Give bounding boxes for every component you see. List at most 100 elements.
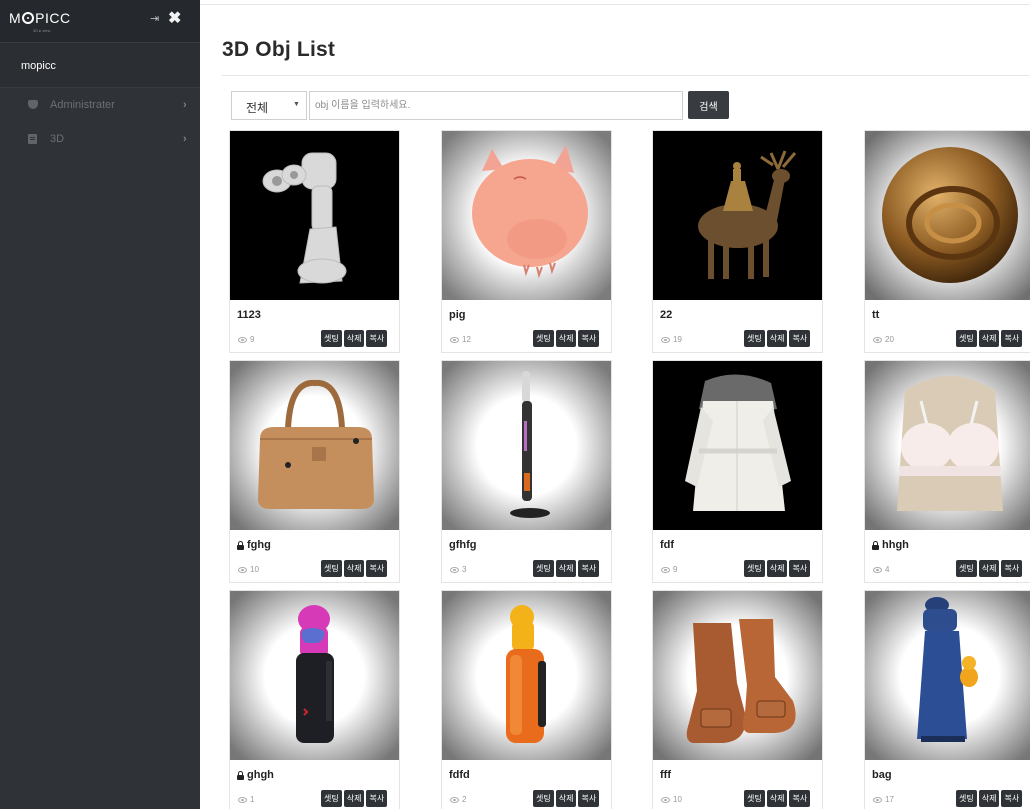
object-thumbnail[interactable] bbox=[865, 361, 1030, 530]
object-thumbnail[interactable] bbox=[230, 131, 399, 300]
copy-button[interactable]: 복사 bbox=[366, 560, 388, 577]
view-count-value: 12 bbox=[462, 335, 471, 344]
object-thumbnail[interactable] bbox=[230, 361, 399, 530]
delete-button[interactable]: 삭제 bbox=[978, 560, 1000, 577]
object-name: tt bbox=[872, 309, 879, 321]
title-divider bbox=[222, 75, 1030, 76]
close-icon[interactable]: ✖ bbox=[168, 11, 181, 27]
object-name: 22 bbox=[660, 309, 672, 321]
logo-subtitle: 3D ▸ view bbox=[33, 28, 51, 33]
object-card[interactable]: tt 20 셋팅 삭제 복사 bbox=[864, 130, 1030, 353]
object-name-text: tt bbox=[872, 309, 880, 321]
object-card[interactable]: fghg 10 셋팅 삭제 복사 bbox=[229, 360, 400, 583]
view-count: 10 bbox=[661, 795, 682, 804]
delete-button[interactable]: 삭제 bbox=[555, 330, 577, 347]
eye-icon bbox=[450, 796, 459, 803]
caret-down-icon: ▼ bbox=[293, 101, 300, 108]
copy-button[interactable]: 복사 bbox=[789, 330, 811, 347]
search-input[interactable] bbox=[309, 91, 683, 120]
delete-button[interactable]: 삭제 bbox=[343, 790, 365, 807]
object-card[interactable]: bag 17 셋팅 삭제 복사 bbox=[864, 590, 1030, 809]
delete-button[interactable]: 삭제 bbox=[766, 790, 788, 807]
settings-button[interactable]: 셋팅 bbox=[744, 560, 765, 577]
object-thumbnail[interactable] bbox=[865, 131, 1030, 300]
settings-button[interactable]: 셋팅 bbox=[744, 330, 765, 347]
sidebar-item-3d[interactable]: 3D › bbox=[0, 122, 200, 156]
object-card[interactable]: fdf 9 셋팅 삭제 복사 bbox=[652, 360, 823, 583]
object-thumbnail[interactable] bbox=[653, 361, 822, 530]
object-name-text: 22 bbox=[660, 309, 673, 321]
delete-button[interactable]: 삭제 bbox=[343, 330, 365, 347]
delete-button[interactable]: 삭제 bbox=[343, 560, 365, 577]
sidebar-item-administrater[interactable]: Administrater › bbox=[0, 88, 200, 122]
settings-button[interactable]: 셋팅 bbox=[533, 330, 554, 347]
view-count-value: 3 bbox=[462, 565, 467, 574]
settings-button[interactable]: 셋팅 bbox=[956, 790, 977, 807]
object-card[interactable]: ghgh 1 셋팅 삭제 복사 bbox=[229, 590, 400, 809]
object-thumbnail[interactable] bbox=[865, 591, 1030, 760]
object-card[interactable]: fff 10 셋팅 삭제 복사 bbox=[652, 590, 823, 809]
object-card[interactable]: hhgh 4 셋팅 삭제 복사 bbox=[864, 360, 1030, 583]
settings-button[interactable]: 셋팅 bbox=[321, 560, 342, 577]
delete-button[interactable]: 삭제 bbox=[766, 560, 788, 577]
copy-button[interactable]: 복사 bbox=[789, 560, 811, 577]
copy-button[interactable]: 복사 bbox=[789, 790, 811, 807]
object-card[interactable]: gfhfg 3 셋팅 삭제 복사 bbox=[441, 360, 612, 583]
object-thumbnail[interactable] bbox=[653, 131, 822, 300]
object-thumbnail[interactable] bbox=[442, 361, 611, 530]
logo[interactable]: M PICC bbox=[9, 10, 71, 26]
object-thumbnail[interactable] bbox=[442, 131, 611, 300]
view-count-value: 10 bbox=[250, 565, 259, 574]
object-name: ghgh bbox=[237, 769, 274, 781]
copy-button[interactable]: 복사 bbox=[1001, 330, 1023, 347]
copy-button[interactable]: 복사 bbox=[366, 790, 388, 807]
copy-button[interactable]: 복사 bbox=[578, 330, 600, 347]
object-thumbnail[interactable] bbox=[230, 591, 399, 760]
view-count-value: 2 bbox=[462, 795, 467, 804]
search-button[interactable]: 검색 bbox=[688, 91, 729, 119]
object-name: fff bbox=[660, 769, 671, 781]
settings-button[interactable]: 셋팅 bbox=[956, 560, 977, 577]
delete-button[interactable]: 삭제 bbox=[978, 330, 1000, 347]
copy-button[interactable]: 복사 bbox=[1001, 790, 1023, 807]
top-divider bbox=[200, 0, 1030, 5]
logout-icon[interactable]: ⇥ bbox=[150, 13, 162, 25]
settings-button[interactable]: 셋팅 bbox=[956, 330, 977, 347]
settings-button[interactable]: 셋팅 bbox=[321, 790, 342, 807]
view-count-value: 9 bbox=[250, 335, 255, 344]
object-card[interactable]: pig 12 셋팅 삭제 복사 bbox=[441, 130, 612, 353]
copy-button[interactable]: 복사 bbox=[366, 330, 388, 347]
delete-button[interactable]: 삭제 bbox=[978, 790, 1000, 807]
delete-button[interactable]: 삭제 bbox=[555, 790, 577, 807]
settings-button[interactable]: 셋팅 bbox=[744, 790, 765, 807]
view-count-value: 4 bbox=[885, 565, 890, 574]
object-name-text: fghg bbox=[247, 539, 271, 551]
object-name-text: bag bbox=[872, 769, 892, 781]
object-thumbnail[interactable] bbox=[653, 591, 822, 760]
sidebar-item-label: Administrater bbox=[50, 99, 115, 111]
settings-button[interactable]: 셋팅 bbox=[321, 330, 342, 347]
category-select[interactable]: 전체 ▼ bbox=[231, 91, 307, 120]
object-card[interactable]: fdfd 2 셋팅 삭제 복사 bbox=[441, 590, 612, 809]
delete-button[interactable]: 삭제 bbox=[555, 560, 577, 577]
copy-button[interactable]: 복사 bbox=[578, 790, 600, 807]
object-name: hhgh bbox=[872, 539, 909, 551]
eye-icon bbox=[873, 796, 882, 803]
copy-button[interactable]: 복사 bbox=[578, 560, 600, 577]
object-thumbnail[interactable] bbox=[442, 591, 611, 760]
object-name: gfhfg bbox=[449, 539, 476, 551]
object-card[interactable]: 1123 9 셋팅 삭제 복사 bbox=[229, 130, 400, 353]
copy-button[interactable]: 복사 bbox=[1001, 560, 1023, 577]
object-name-text: fff bbox=[660, 769, 671, 781]
settings-button[interactable]: 셋팅 bbox=[533, 790, 554, 807]
object-name: fdf bbox=[660, 539, 674, 551]
view-count-value: 9 bbox=[673, 565, 678, 574]
view-count: 3 bbox=[450, 565, 466, 574]
object-name: bag bbox=[872, 769, 892, 781]
sidebar: M PICC 3D ▸ view ⇥ ✖ mopicc Administrater… bbox=[0, 0, 200, 809]
shield-icon bbox=[28, 100, 38, 110]
object-card[interactable]: 22 19 셋팅 삭제 복사 bbox=[652, 130, 823, 353]
delete-button[interactable]: 삭제 bbox=[766, 330, 788, 347]
object-name-text: hhgh bbox=[882, 539, 909, 551]
settings-button[interactable]: 셋팅 bbox=[533, 560, 554, 577]
